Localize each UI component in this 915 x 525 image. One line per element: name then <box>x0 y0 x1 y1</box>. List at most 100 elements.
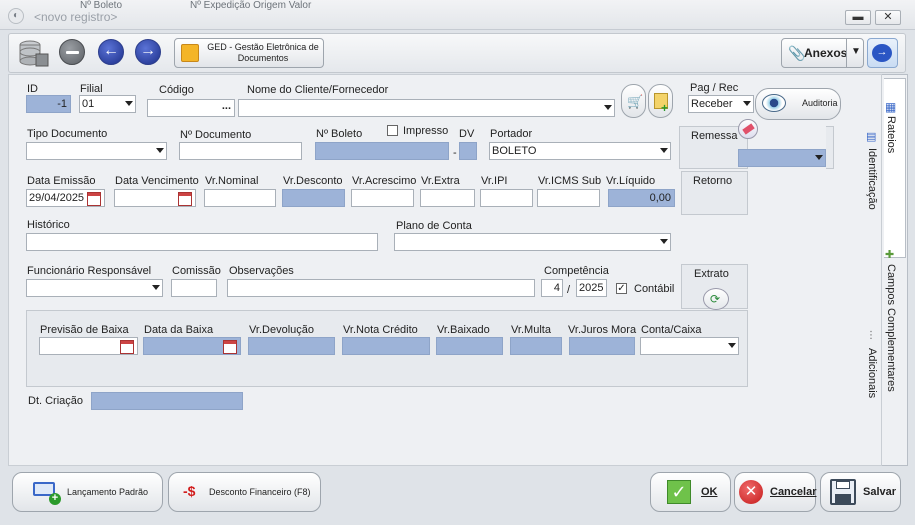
portador-select[interactable]: BOLETO <box>489 142 671 160</box>
plano-select[interactable] <box>394 233 671 251</box>
cancelar-button[interactable]: ✕ Cancelar <box>734 472 816 512</box>
historico-input[interactable] <box>26 233 378 251</box>
icms-input[interactable] <box>537 189 600 207</box>
database-icon[interactable] <box>16 38 50 68</box>
desconto-field <box>282 189 345 207</box>
eye-icon <box>762 94 786 112</box>
liquido-field: 0,00 <box>608 189 675 207</box>
funcionario-select[interactable] <box>26 279 163 297</box>
prev-baixa-date[interactable] <box>39 337 138 355</box>
rateios-icon: ▦ <box>885 100 897 114</box>
cart-button[interactable]: 🛒 <box>621 84 646 118</box>
contabil-checkbox[interactable]: ✓ <box>616 283 627 294</box>
filial-select[interactable]: 01 <box>79 95 136 113</box>
eraser-button[interactable] <box>738 119 758 139</box>
plus-icon: + <box>49 493 61 505</box>
pagrec-label: Pag / Rec <box>690 82 739 94</box>
tab-identificacao-label[interactable]: Identificação <box>866 148 878 210</box>
arrow-right-icon: → <box>872 44 892 62</box>
impresso-checkbox[interactable] <box>387 125 398 136</box>
expand-button[interactable]: → <box>867 38 898 68</box>
comissao-input[interactable] <box>171 279 217 297</box>
prev-baixa-label: Previsão de Baixa <box>40 324 129 336</box>
save-icon <box>830 479 856 505</box>
calendar-icon[interactable] <box>178 192 192 206</box>
liquido-label: Vr.Líquido <box>606 175 656 187</box>
data-baixa-date <box>143 337 241 355</box>
lookup-button[interactable]: ... <box>222 100 231 112</box>
arrow-left-icon[interactable]: ← <box>98 39 124 65</box>
title-bar <box>0 0 915 30</box>
lancamento-padrao-button[interactable]: + Lançamento Padrão <box>12 472 163 512</box>
conta-caixa-select[interactable] <box>640 337 739 355</box>
comissao-label: Comissão <box>172 265 221 277</box>
id-card-icon: ▤ <box>866 131 877 143</box>
desconto-financeiro-button[interactable]: -$ Desconto Financeiro (F8) <box>168 472 321 512</box>
portador-label: Portador <box>490 128 533 140</box>
nota-credito-label: Vr.Nota Crédito <box>343 324 418 336</box>
pagrec-select[interactable]: Receber <box>688 95 754 113</box>
codigo-input[interactable]: ... <box>147 99 235 117</box>
salvar-button[interactable]: Salvar <box>820 472 901 512</box>
cliente-label: Nome do Cliente/Fornecedor <box>247 84 389 96</box>
remessa-select[interactable] <box>738 149 826 167</box>
calendar-icon[interactable] <box>87 192 101 206</box>
multa-field <box>510 337 562 355</box>
cancel-icon: ✕ <box>739 480 763 504</box>
close-button[interactable]: ✕ <box>875 10 901 25</box>
dt-criacao-label: Dt. Criação <box>28 395 84 407</box>
auditoria-button[interactable]: Auditoria <box>755 88 841 120</box>
dv-label: DV <box>459 128 475 140</box>
nominal-input[interactable] <box>204 189 276 207</box>
calendar-icon <box>223 340 237 354</box>
competencia-month[interactable]: 4 <box>541 279 563 297</box>
emissao-label: Data Emissão <box>27 175 96 187</box>
desconto-label: Vr.Desconto <box>283 175 343 187</box>
competencia-label: Competência <box>544 265 609 277</box>
remove-icon[interactable] <box>59 39 85 65</box>
impresso-label: Impresso <box>403 125 449 137</box>
acrescimo-input[interactable] <box>351 189 414 207</box>
extra-input[interactable] <box>420 189 475 207</box>
extrato-label: Extrato <box>694 268 729 280</box>
nota-credito-field <box>342 337 430 355</box>
cliente-select[interactable] <box>238 99 615 117</box>
vencimento-label: Data Vencimento <box>115 175 199 187</box>
ndoc-input[interactable] <box>179 142 302 160</box>
anexos-button[interactable]: 📎 Anexos ▼ <box>781 38 864 68</box>
calendar-icon[interactable] <box>120 340 134 354</box>
emissao-date[interactable]: 29/04/2025 <box>26 189 105 207</box>
baixado-label: Vr.Baixado <box>437 324 490 336</box>
add-document-button[interactable]: + <box>648 84 673 118</box>
filial-label: Filial <box>80 83 103 95</box>
arrow-right-icon[interactable]: → <box>135 39 161 65</box>
ipi-input[interactable] <box>480 189 533 207</box>
nboleto-label: Nº Boleto <box>316 128 363 140</box>
observacoes-input[interactable] <box>227 279 535 297</box>
plano-label: Plano de Conta <box>396 220 472 232</box>
devolucao-label: Vr.Devolução <box>249 324 315 336</box>
id-field: -1 <box>26 95 71 113</box>
extrato-button[interactable]: ⟳ <box>703 288 729 310</box>
observacoes-label: Observações <box>229 265 294 277</box>
ged-button[interactable]: GED - Gestão Eletrônica de Documentos <box>174 38 324 68</box>
folder-icon <box>181 44 199 62</box>
puzzle-icon: ✚ <box>885 249 895 261</box>
tipo-doc-select[interactable] <box>26 142 167 160</box>
minimize-button[interactable]: ▬ <box>845 10 871 25</box>
tab-adicionais-label[interactable]: Adicionais <box>866 348 878 398</box>
ok-button[interactable]: ✓ OK <box>650 472 731 512</box>
chevron-down-icon: ▼ <box>851 46 861 57</box>
more-icon: ⋮ <box>866 330 876 341</box>
competencia-year[interactable]: 2025 <box>576 279 607 297</box>
tab-campos-label[interactable]: Campos Complementares <box>885 264 897 392</box>
devolucao-field <box>248 337 335 355</box>
acrescimo-label: Vr.Acrescimo <box>352 175 417 187</box>
discount-icon: -$ <box>183 483 196 499</box>
ipi-label: Vr.IPI <box>481 175 508 187</box>
vencimento-date[interactable] <box>114 189 196 207</box>
tab-rateios-label[interactable]: Rateios <box>885 116 897 153</box>
nominal-label: Vr.Nominal <box>205 175 259 187</box>
historico-label: Histórico <box>27 219 70 231</box>
ghost-header-right: Nº Expedição Origem Valor <box>190 0 312 11</box>
